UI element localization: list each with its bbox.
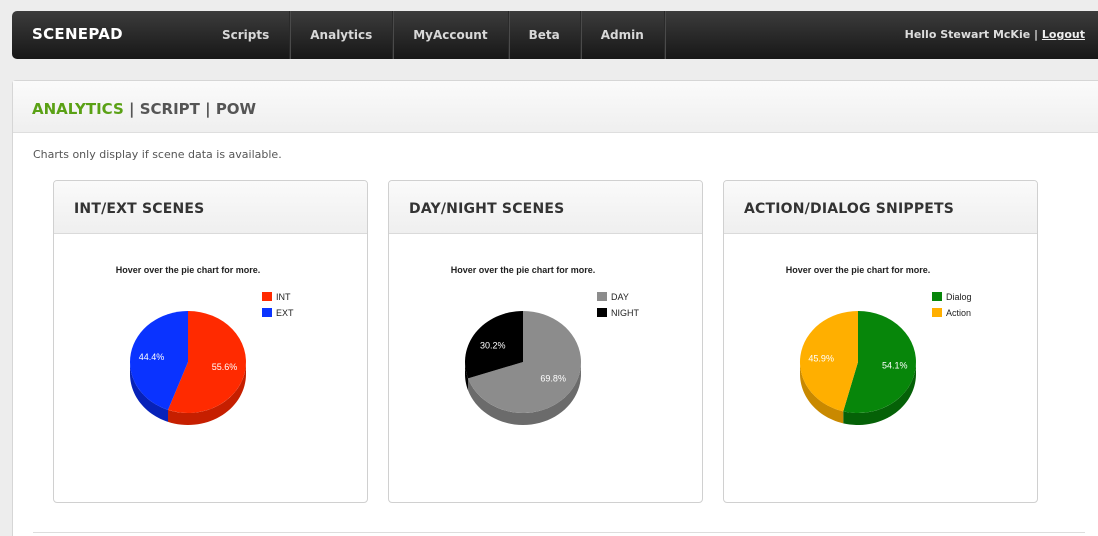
legend-label: Action <box>946 308 971 318</box>
chart-title: Hover over the pie chart for more. <box>116 265 261 275</box>
chart-card-day-night: DAY/NIGHT SCENES Hover over the pie char… <box>388 180 703 503</box>
legend-label: Dialog <box>946 292 972 302</box>
slice-label: 30.2% <box>480 341 506 351</box>
main-nav: Scripts Analytics MyAccount Beta Admin <box>202 11 665 59</box>
slice-label: 45.9% <box>808 353 834 363</box>
int-ext-pie-chart[interactable]: Hover over the pie chart for more. 55.6% 4… <box>54 234 367 502</box>
card-title: INT/EXT SCENES <box>74 201 205 217</box>
legend-swatch <box>597 308 607 317</box>
panel-header: ANALYTICS | SCRIPT | POW <box>13 81 1098 133</box>
breadcrumb: ANALYTICS | SCRIPT | POW <box>32 100 256 118</box>
card-header: ACTION/DIALOG SNIPPETS <box>724 181 1037 234</box>
divider <box>33 532 1085 533</box>
card-title: ACTION/DIALOG SNIPPETS <box>744 201 955 217</box>
chart-title: Hover over the pie chart for more. <box>451 265 596 275</box>
notice-text: Charts only display if scene data is ava… <box>33 148 282 161</box>
legend-swatch <box>262 292 272 301</box>
breadcrumb-analytics[interactable]: ANALYTICS <box>32 100 124 118</box>
breadcrumb-script[interactable]: SCRIPT <box>140 100 200 118</box>
slice-label: 44.4% <box>139 352 165 362</box>
legend-label: NIGHT <box>611 308 640 318</box>
legend-swatch <box>597 292 607 301</box>
card-header: DAY/NIGHT SCENES <box>389 181 702 234</box>
breadcrumb-sep-2: | <box>199 100 216 118</box>
logout-link[interactable]: Logout <box>1042 28 1085 41</box>
nav-item-analytics[interactable]: Analytics <box>290 11 394 59</box>
nav-item-admin[interactable]: Admin <box>581 11 665 59</box>
card-header: INT/EXT SCENES <box>54 181 367 234</box>
legend-label: EXT <box>276 308 294 318</box>
top-navbar: SCENEPAD Scripts Analytics MyAccount Bet… <box>12 11 1098 59</box>
user-area: Hello Stewart McKie | Logout <box>905 28 1085 41</box>
chart-card-action-dialog: ACTION/DIALOG SNIPPETS Hover over the pi… <box>723 180 1038 503</box>
legend-label: INT <box>276 292 291 302</box>
legend-swatch <box>932 308 942 317</box>
card-title: DAY/NIGHT SCENES <box>409 201 565 217</box>
app-brand[interactable]: SCENEPAD <box>32 25 123 43</box>
legend-swatch <box>262 308 272 317</box>
breadcrumb-sep-1: | <box>123 100 140 118</box>
slice-label: 54.1% <box>882 361 908 371</box>
analytics-panel: ANALYTICS | SCRIPT | POW Charts only dis… <box>12 80 1098 536</box>
slice-label: 55.6% <box>212 362 238 372</box>
user-greeting: Hello Stewart McKie <box>904 28 1031 41</box>
user-separator: | <box>1034 28 1039 41</box>
nav-item-scripts[interactable]: Scripts <box>202 11 291 59</box>
legend-label: DAY <box>611 292 629 302</box>
chart-title: Hover over the pie chart for more. <box>786 265 931 275</box>
slice-label: 69.8% <box>540 373 566 383</box>
action-dialog-pie-chart[interactable]: Hover over the pie chart for more. 54.1% 4… <box>724 234 1037 502</box>
breadcrumb-pow[interactable]: POW <box>216 100 256 118</box>
day-night-pie-chart[interactable]: Hover over the pie chart for more. 69.8% 3… <box>389 234 702 502</box>
nav-item-beta[interactable]: Beta <box>509 11 581 59</box>
chart-card-int-ext: INT/EXT SCENES Hover over the pie chart … <box>53 180 368 503</box>
nav-item-myaccount[interactable]: MyAccount <box>393 11 509 59</box>
legend-swatch <box>932 292 942 301</box>
